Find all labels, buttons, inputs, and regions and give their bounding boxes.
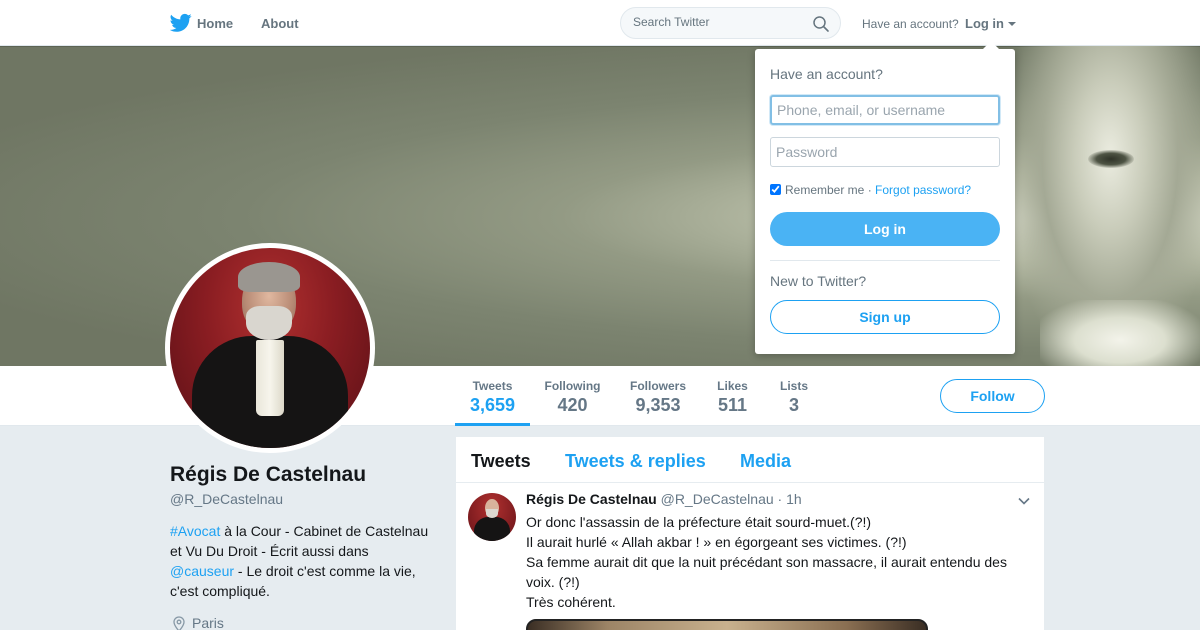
new-to-twitter-text: New to Twitter? xyxy=(770,273,867,289)
login-dropdown: Have an account? Remember me · Forgot pa… xyxy=(755,49,1015,354)
stat-value: 420 xyxy=(557,395,588,415)
search-box[interactable] xyxy=(620,7,841,39)
avatar-photo xyxy=(170,248,370,448)
remember-separator: · xyxy=(867,183,872,197)
password-field[interactable] xyxy=(770,137,1000,167)
tweet-media[interactable] xyxy=(526,619,928,630)
signup-button[interactable]: Sign up xyxy=(770,300,1000,334)
have-account-text: Have an account? xyxy=(862,17,959,31)
stat-label: Followers xyxy=(629,379,686,393)
tweet-avatar-beard xyxy=(486,509,498,518)
stat-value: 511 xyxy=(717,395,748,415)
profile-name[interactable]: Régis De Castelnau xyxy=(170,463,366,487)
tweet-timestamp[interactable]: 1h xyxy=(786,491,802,507)
stat-following[interactable]: Following 420 xyxy=(540,366,605,426)
tweet-author-name[interactable]: Régis De Castelnau xyxy=(526,491,657,507)
tweet-avatar[interactable] xyxy=(468,493,516,541)
stat-label: Likes xyxy=(717,379,748,393)
tweet-text: Or donc l'assassin de la préfecture étai… xyxy=(526,512,1026,612)
tab-tweets[interactable]: Tweets xyxy=(471,451,531,472)
stat-value: 9,353 xyxy=(635,395,681,415)
follow-button[interactable]: Follow xyxy=(940,379,1045,413)
stat-likes[interactable]: Likes 511 xyxy=(711,366,754,426)
stat-followers[interactable]: Followers 9,353 xyxy=(625,366,691,426)
chevron-down-icon[interactable] xyxy=(1018,495,1030,507)
bio-mention-link[interactable]: @causeur xyxy=(170,563,234,579)
nav-home-link[interactable]: Home xyxy=(197,16,233,31)
forgot-password-link[interactable]: Forgot password? xyxy=(875,183,971,197)
tab-tweets-replies[interactable]: Tweets & replies xyxy=(565,451,706,472)
tweet-avatar-robe xyxy=(474,517,510,541)
stat-label: Following xyxy=(544,379,601,393)
avatar-hair xyxy=(238,262,300,292)
nav-about-link[interactable]: About xyxy=(261,16,299,31)
profile-avatar[interactable] xyxy=(165,243,375,453)
search-input[interactable] xyxy=(633,15,803,29)
tweet-line: Il aurait hurlé « Allah akbar ! » en égo… xyxy=(526,534,907,550)
location-pin-icon xyxy=(173,616,185,630)
stat-label: Tweets xyxy=(472,379,513,393)
timeline: Tweets Tweets & replies Media Régis De C… xyxy=(456,437,1044,630)
avatar-beard xyxy=(246,306,292,340)
tweet-line: Or donc l'assassin de la préfecture étai… xyxy=(526,514,872,530)
twitter-bird-icon[interactable] xyxy=(170,13,192,33)
profile-handle[interactable]: @R_DeCastelnau xyxy=(170,491,283,507)
banner-portrait-eye xyxy=(1088,150,1134,168)
tab-media[interactable]: Media xyxy=(740,451,791,472)
profile-bio: #Avocat à la Cour - Cabinet de Castelnau… xyxy=(170,521,435,601)
tweet-header: Régis De Castelnau @R_DeCastelnau · 1h xyxy=(526,491,802,507)
top-navigation: Home About Have an account? Log in xyxy=(0,0,1200,46)
stat-tweets[interactable]: Tweets 3,659 xyxy=(455,366,530,426)
tweet-line: Sa femme aurait dit que la nuit précédan… xyxy=(526,554,1007,590)
tweet-author-handle[interactable]: @R_DeCastelnau xyxy=(661,491,774,507)
profile-location: Paris xyxy=(192,615,224,630)
avatar-jabot xyxy=(256,340,284,416)
dropdown-arrow xyxy=(983,41,999,49)
stat-value: 3,659 xyxy=(469,395,516,415)
dropdown-title: Have an account? xyxy=(770,66,883,82)
remember-row: Remember me · Forgot password? xyxy=(770,183,971,197)
bio-hashtag-link[interactable]: #Avocat xyxy=(170,523,220,539)
tweet-separator: · xyxy=(777,491,783,507)
dropdown-divider xyxy=(770,260,1000,261)
stat-lists[interactable]: Lists 3 xyxy=(776,366,812,426)
tweet[interactable]: Régis De Castelnau @R_DeCastelnau · 1h O… xyxy=(456,483,1044,630)
remember-checkbox[interactable] xyxy=(770,184,781,195)
remember-label[interactable]: Remember me xyxy=(785,183,864,197)
stat-value: 3 xyxy=(788,395,799,415)
username-field[interactable] xyxy=(770,95,1000,125)
caret-down-icon[interactable] xyxy=(1008,22,1016,26)
login-button[interactable]: Log in xyxy=(770,212,1000,246)
timeline-tabs: Tweets Tweets & replies Media xyxy=(456,437,1044,483)
login-dropdown-toggle[interactable]: Log in xyxy=(965,16,1004,31)
tweet-line: Très cohérent. xyxy=(526,594,616,610)
search-icon[interactable] xyxy=(812,15,830,33)
stat-label: Lists xyxy=(779,379,808,393)
banner-portrait-beard xyxy=(1040,300,1200,366)
